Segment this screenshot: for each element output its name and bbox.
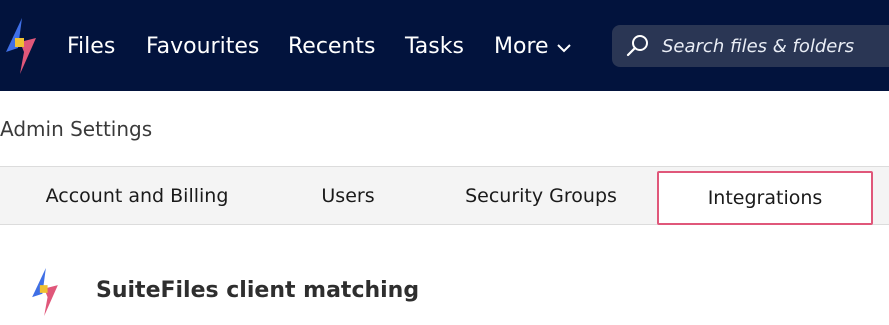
search-icon xyxy=(626,35,648,57)
tab-account-and-billing[interactable]: Account and Billing xyxy=(28,167,246,224)
integration-section: SuiteFiles client matching xyxy=(0,262,889,325)
nav-recents[interactable]: Recents xyxy=(288,32,376,62)
tab-security-groups[interactable]: Security Groups xyxy=(448,167,634,224)
section-title: SuiteFiles client matching xyxy=(96,278,420,303)
nav-files[interactable]: Files xyxy=(67,32,115,62)
tab-users[interactable]: Users xyxy=(292,167,404,224)
page-title: Admin Settings xyxy=(0,117,153,141)
nav-tasks[interactable]: Tasks xyxy=(405,32,464,62)
nav-more-menu[interactable]: More xyxy=(494,32,573,62)
suitefiles-logo-icon xyxy=(32,268,58,316)
top-navigation-bar: Files Favourites Recents Tasks More xyxy=(0,0,889,91)
nav-favourites[interactable]: Favourites xyxy=(146,32,259,62)
nav-more-label: More xyxy=(494,34,549,59)
search-input[interactable] xyxy=(660,34,889,58)
chevron-down-icon xyxy=(556,44,571,53)
search-box[interactable] xyxy=(612,25,889,67)
suitefiles-logo-icon[interactable] xyxy=(4,18,38,74)
tab-integrations[interactable]: Integrations xyxy=(657,171,873,225)
settings-tab-bar: Account and Billing Users Security Group… xyxy=(0,166,889,225)
